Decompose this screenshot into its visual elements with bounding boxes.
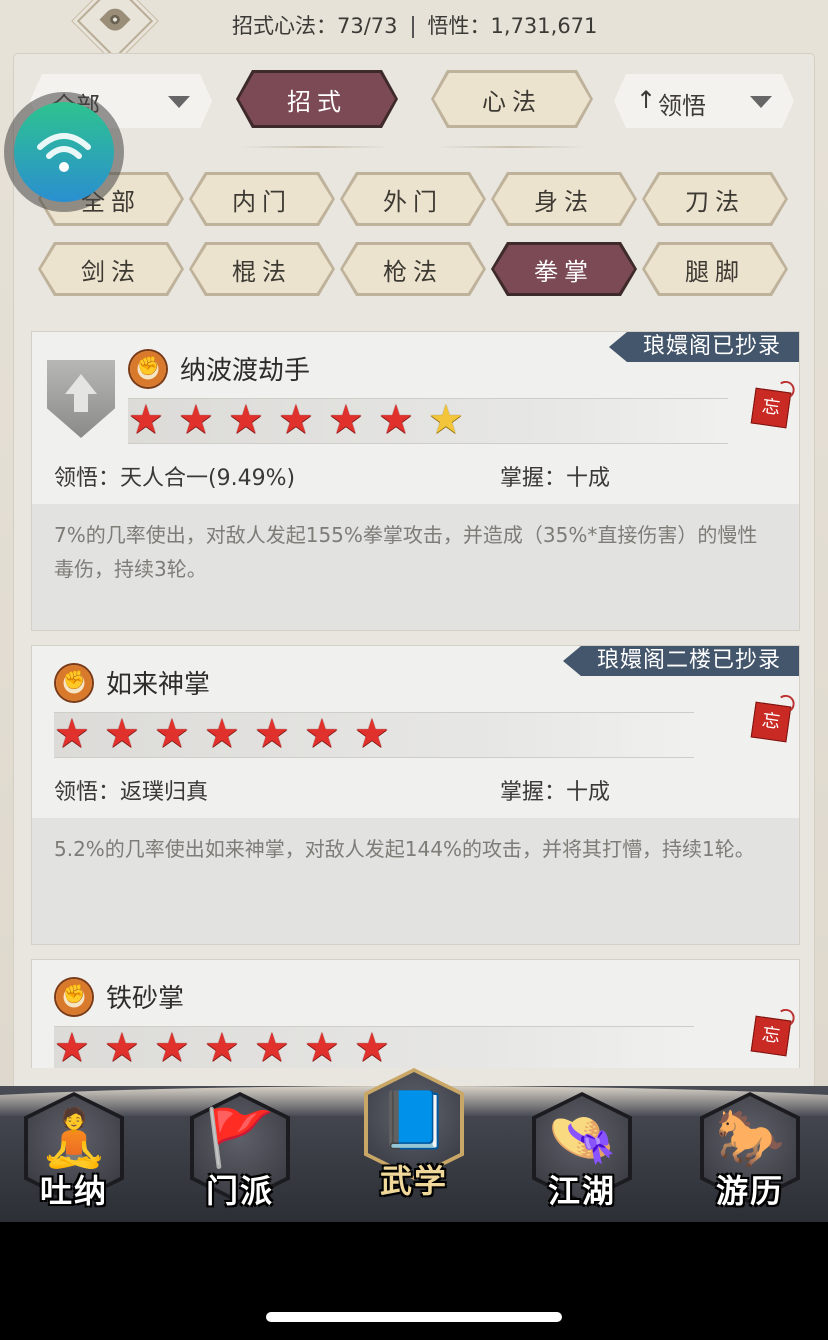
tab-staff-label: 棍法 xyxy=(192,245,332,293)
tab-inner-sect-label: 内门 xyxy=(192,175,332,223)
star-icon: ★ xyxy=(204,711,240,757)
star-icon: ★ xyxy=(354,1025,390,1068)
skill-insight: 领悟：返璞归真 xyxy=(54,780,209,805)
skill-description: 5.2%的几率使出如来神掌，对敌人发起144%的攻击，并将其打懵，持续1轮。 xyxy=(32,818,799,944)
tab-fist-palm-label: 拳掌 xyxy=(494,245,634,293)
nav-martial-arts[interactable]: 📘 武学 xyxy=(354,1068,474,1222)
star-rating: ★ ★ ★ ★ ★ ★ ★ xyxy=(54,712,694,758)
star-icon: ★ xyxy=(228,397,264,443)
nav-travel[interactable]: 🐎 游历 xyxy=(690,1086,810,1222)
floating-assist-button[interactable] xyxy=(4,92,124,212)
tab-leg[interactable]: 腿脚 xyxy=(642,242,788,296)
nav-jianghu-label: 江湖 xyxy=(547,1172,616,1210)
skill-card[interactable]: 纳波渡劫手 琅嬛阁已抄录 忘 ★ ★ ★ ★ ★ ★ ★ 领悟：天人合一(9.4… xyxy=(31,331,800,631)
tab-movement-label: 身法 xyxy=(494,175,634,223)
horse-icon: 🐎 xyxy=(715,1106,785,1171)
tab-blade[interactable]: 刀法 xyxy=(642,172,788,226)
tab-sword[interactable]: 剑法 xyxy=(38,242,184,296)
nav-sect-label: 门派 xyxy=(205,1172,274,1210)
straw-hat-icon: 👒 xyxy=(547,1106,617,1171)
martial-manual-icon: 📘 xyxy=(379,1088,449,1153)
nav-breathing-label: 吐纳 xyxy=(39,1172,108,1210)
nav-travel-label: 游历 xyxy=(715,1172,784,1210)
fist-icon xyxy=(56,979,92,1015)
tab-movement[interactable]: 身法 xyxy=(491,172,637,226)
stats-divider xyxy=(411,16,414,38)
skill-mastery: 掌握：十成 xyxy=(500,780,611,805)
fist-icon xyxy=(130,351,166,387)
stats-bar: 招式心法：73/73 悟性：1,731,671 xyxy=(232,10,597,42)
star-icon: ★ xyxy=(54,1025,90,1068)
wifi-icon xyxy=(37,133,91,172)
meditating-figure-icon: 🧘 xyxy=(39,1106,109,1171)
star-icon: ★ xyxy=(104,711,140,757)
star-icon: ★ xyxy=(254,711,290,757)
tab-inner-arts-label: 心法 xyxy=(434,73,590,125)
bottom-nav: 🧘 吐纳 🚩 门派 📘 武学 👒 江湖 🐎 游历 xyxy=(0,1068,828,1222)
tab-inner-arts[interactable]: 心法 xyxy=(431,70,593,128)
forget-tag-icon[interactable]: 忘 xyxy=(750,701,792,743)
nav-sect[interactable]: 🚩 门派 xyxy=(180,1086,300,1222)
tab-staff[interactable]: 棍法 xyxy=(189,242,335,296)
tab-blade-label: 刀法 xyxy=(645,175,785,223)
moves-count: 招式心法：73/73 xyxy=(232,14,398,38)
copied-ribbon: 琅嬛阁已抄录 xyxy=(608,332,799,362)
eye-icon[interactable] xyxy=(76,0,154,60)
sect-banners-icon: 🚩 xyxy=(205,1106,275,1171)
skill-name: 铁砂掌 xyxy=(106,984,185,1014)
skill-name: 如来神掌 xyxy=(106,670,211,700)
fist-icon xyxy=(56,665,92,701)
martial-arts-screen: 招式心法：73/73悟性：1,731,671 全部 招式 心法 ↑ 领悟 全部 … xyxy=(0,0,828,1222)
star-icon: ★ xyxy=(178,397,214,443)
star-icon: ★ xyxy=(54,711,90,757)
tab-outer-sect[interactable]: 外门 xyxy=(340,172,486,226)
star-rating: ★ ★ ★ ★ ★ ★ ★ xyxy=(128,398,728,444)
nav-breathing[interactable]: 🧘 吐纳 xyxy=(14,1086,134,1222)
skill-card[interactable]: 如来神掌 琅嬛阁二楼已抄录 忘 ★ ★ ★ ★ ★ ★ ★ 领悟：返璞归真 掌握… xyxy=(31,645,800,945)
star-icon: ★ xyxy=(154,1025,190,1068)
nav-jianghu[interactable]: 👒 江湖 xyxy=(522,1086,642,1222)
tab-sword-label: 剑法 xyxy=(41,245,181,293)
tab-moves[interactable]: 招式 xyxy=(236,70,398,128)
sort-arrow-icon: ↑ xyxy=(636,86,657,114)
tab-moves-label: 招式 xyxy=(239,73,395,125)
skill-name: 纳波渡劫手 xyxy=(180,356,311,386)
copied-ribbon: 琅嬛阁二楼已抄录 xyxy=(562,646,799,676)
star-icon: ★ xyxy=(304,1025,340,1068)
skill-insight: 领悟：天人合一(9.49%) xyxy=(54,466,296,491)
sort-dropdown[interactable]: ↑ 领悟 xyxy=(614,74,794,128)
star-icon: ★ xyxy=(328,397,364,443)
tab-inner-sect[interactable]: 内门 xyxy=(189,172,335,226)
star-icon: ★ xyxy=(154,711,190,757)
forget-tag-icon[interactable]: 忘 xyxy=(750,387,792,429)
star-icon: ★ xyxy=(104,1025,140,1068)
star-icon: ★ xyxy=(204,1025,240,1068)
tab-spear-label: 枪法 xyxy=(343,245,483,293)
gold-star-icon: ★ xyxy=(428,397,464,443)
skill-mastery: 掌握：十成 xyxy=(500,466,611,491)
star-icon: ★ xyxy=(278,397,314,443)
insight-points: 悟性：1,731,671 xyxy=(427,14,598,38)
tab-spear[interactable]: 枪法 xyxy=(340,242,486,296)
sort-dropdown-value: 领悟 xyxy=(658,92,706,120)
tab-outer-sect-label: 外门 xyxy=(343,175,483,223)
star-icon: ★ xyxy=(128,397,164,443)
star-icon: ★ xyxy=(304,711,340,757)
tab-leg-label: 腿脚 xyxy=(645,245,785,293)
nav-martial-arts-label: 武学 xyxy=(379,1162,448,1200)
star-icon: ★ xyxy=(354,711,390,757)
home-indicator[interactable] xyxy=(266,1312,562,1322)
chevron-down-icon xyxy=(750,96,772,108)
star-icon: ★ xyxy=(254,1025,290,1068)
skill-description: 7%的几率使出，对敌人发起155%拳掌攻击，并造成（35%*直接伤害）的慢性毒伤… xyxy=(32,504,799,630)
divider-ornament xyxy=(436,146,586,148)
forget-tag-icon[interactable]: 忘 xyxy=(750,1015,792,1057)
chevron-down-icon xyxy=(168,96,190,108)
star-rating: ★ ★ ★ ★ ★ ★ ★ xyxy=(54,1026,694,1068)
divider-ornament xyxy=(240,146,390,148)
tab-fist-palm[interactable]: 拳掌 xyxy=(491,242,637,296)
skill-card[interactable]: 铁砂掌 忘 ★ ★ ★ ★ ★ ★ ★ xyxy=(31,959,800,1068)
star-icon: ★ xyxy=(378,397,414,443)
